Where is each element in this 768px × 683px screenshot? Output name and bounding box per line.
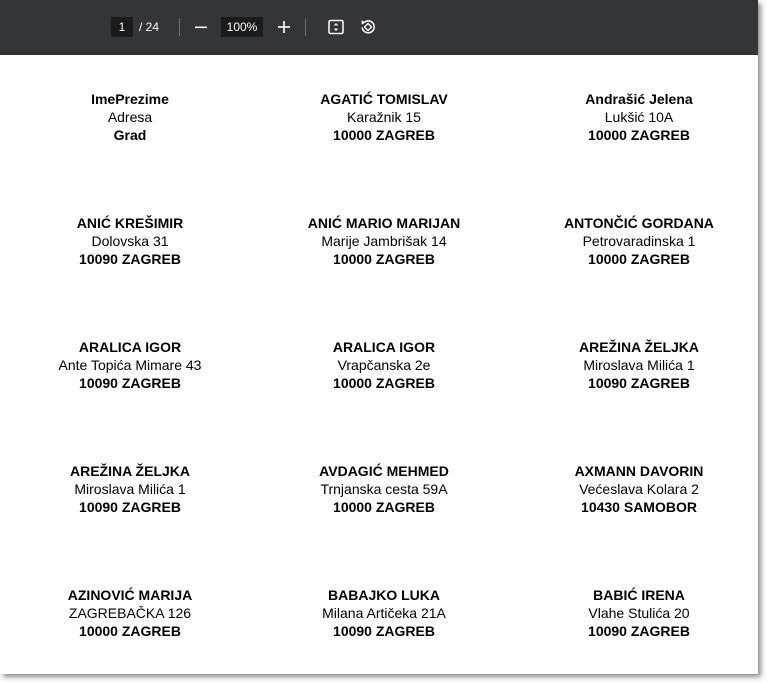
label-street: Miroslava Milića 1 [583, 357, 695, 373]
zoom-in-icon [278, 21, 290, 33]
label-name: ANTONČIĆ GORDANA [564, 215, 714, 231]
rotate-button[interactable] [356, 15, 380, 39]
label-name: Andrašić Jelena [585, 91, 693, 107]
address-label: AZINOVIĆ MARIJA ZAGREBAČKA 126 10000 ZAG… [4, 586, 256, 674]
address-label: Andrašić Jelena Lukšić 10A 10000 ZAGREB [512, 90, 758, 214]
label-name: AVDAGIĆ MEHMED [319, 463, 449, 479]
label-street: Marije Jambrišak 14 [321, 233, 447, 249]
label-city: 10090 ZAGREB [79, 499, 181, 515]
zoom-out-icon [195, 26, 207, 29]
toolbar-separator [179, 18, 180, 36]
label-street: Karažnik 15 [347, 109, 421, 125]
label-name: ImePrezime [91, 91, 169, 107]
label-city: 10000 ZAGREB [588, 251, 690, 267]
label-city: 10000 ZAGREB [79, 623, 181, 639]
address-label: AGATIĆ TOMISLAV Karažnik 15 10000 ZAGREB [256, 90, 512, 214]
label-street: Milana Artičeka 21A [322, 605, 446, 621]
address-label: AVDAGIĆ MEHMED Trnjanska cesta 59A 10000… [256, 462, 512, 586]
label-city: 10090 ZAGREB [333, 623, 435, 639]
pdf-viewer-frame: 1 / 24 100% ImePrezime Adresa Grad AGATI… [0, 0, 758, 674]
current-page-input[interactable]: 1 [111, 17, 133, 37]
label-name: AREŽINA ŽELJKA [578, 339, 700, 355]
label-city: 10090 ZAGREB [79, 375, 181, 391]
label-street: ZAGREBAČKA 126 [68, 605, 192, 621]
label-name: AREŽINA ŽELJKA [69, 463, 191, 479]
label-name: ANIĆ KREŠIMIR [76, 215, 184, 231]
label-city: 10000 ZAGREB [333, 127, 435, 143]
zoom-out-button[interactable] [189, 15, 213, 39]
label-name: BABIĆ IRENA [593, 587, 685, 603]
pdf-toolbar: 1 / 24 100% [0, 0, 758, 55]
toolbar-separator [305, 18, 306, 36]
label-street: Većeslava Kolara 2 [579, 481, 699, 497]
label-street: Ante Topića Mimare 43 [58, 357, 202, 373]
label-city: 10090 ZAGREB [588, 375, 690, 391]
page-total: / 24 [139, 20, 160, 34]
label-city: 10000 ZAGREB [333, 375, 435, 391]
label-street: Dolovska 31 [91, 233, 169, 249]
label-street: Adresa [107, 109, 153, 125]
label-name: AGATIĆ TOMISLAV [320, 91, 448, 107]
label-city: 10000 ZAGREB [588, 127, 690, 143]
label-street: Vlahe Stulića 20 [588, 605, 690, 621]
address-label: AREŽINA ŽELJKA Miroslava Milića 1 10090 … [4, 462, 256, 586]
page-indicator: 1 / 24 [111, 16, 159, 38]
label-city: 10000 ZAGREB [333, 499, 435, 515]
zoom-level-input[interactable]: 100% [221, 17, 263, 37]
address-label: AXMANN DAVORIN Većeslava Kolara 2 10430 … [512, 462, 758, 586]
label-city: Grad [113, 127, 147, 143]
label-name: ARALICA IGOR [78, 339, 182, 355]
address-label: AREŽINA ŽELJKA Miroslava Milića 1 10090 … [512, 338, 758, 462]
label-name: AXMANN DAVORIN [574, 463, 704, 479]
address-label: ANIĆ MARIO MARIJAN Marije Jambrišak 14 1… [256, 214, 512, 338]
address-label: BABAJKO LUKA Milana Artičeka 21A 10090 Z… [256, 586, 512, 674]
address-label: ARALICA IGOR Ante Topića Mimare 43 10090… [4, 338, 256, 462]
address-label: BABIĆ IRENA Vlahe Stulića 20 10090 ZAGRE… [512, 586, 758, 674]
label-street: Miroslava Milića 1 [74, 481, 186, 497]
label-name: ARALICA IGOR [332, 339, 436, 355]
pdf-page: ImePrezime Adresa Grad AGATIĆ TOMISLAV K… [0, 55, 758, 674]
label-city: 10090 ZAGREB [588, 623, 690, 639]
label-name: ANIĆ MARIO MARIJAN [307, 215, 461, 231]
address-label: ANIĆ KREŠIMIR Dolovska 31 10090 ZAGREB [4, 214, 256, 338]
label-name: AZINOVIĆ MARIJA [67, 587, 193, 603]
label-city: 10430 SAMOBOR [581, 499, 697, 515]
fit-page-icon [328, 19, 344, 35]
label-name: BABAJKO LUKA [328, 587, 440, 603]
label-street: Petrovaradinska 1 [582, 233, 696, 249]
fit-page-button[interactable] [324, 15, 348, 39]
zoom-in-button[interactable] [272, 15, 296, 39]
label-street: Trnjanska cesta 59A [320, 481, 448, 497]
label-city: 10000 ZAGREB [333, 251, 435, 267]
label-street: Vrapčanska 2e [337, 357, 431, 373]
label-street: Lukšić 10A [604, 109, 674, 125]
rotate-icon [361, 20, 375, 34]
address-label: ANTONČIĆ GORDANA Petrovaradinska 1 10000… [512, 214, 758, 338]
address-label: ImePrezime Adresa Grad [4, 90, 256, 214]
address-label-grid: ImePrezime Adresa Grad AGATIĆ TOMISLAV K… [4, 90, 758, 674]
label-city: 10090 ZAGREB [79, 251, 181, 267]
address-label: ARALICA IGOR Vrapčanska 2e 10000 ZAGREB [256, 338, 512, 462]
